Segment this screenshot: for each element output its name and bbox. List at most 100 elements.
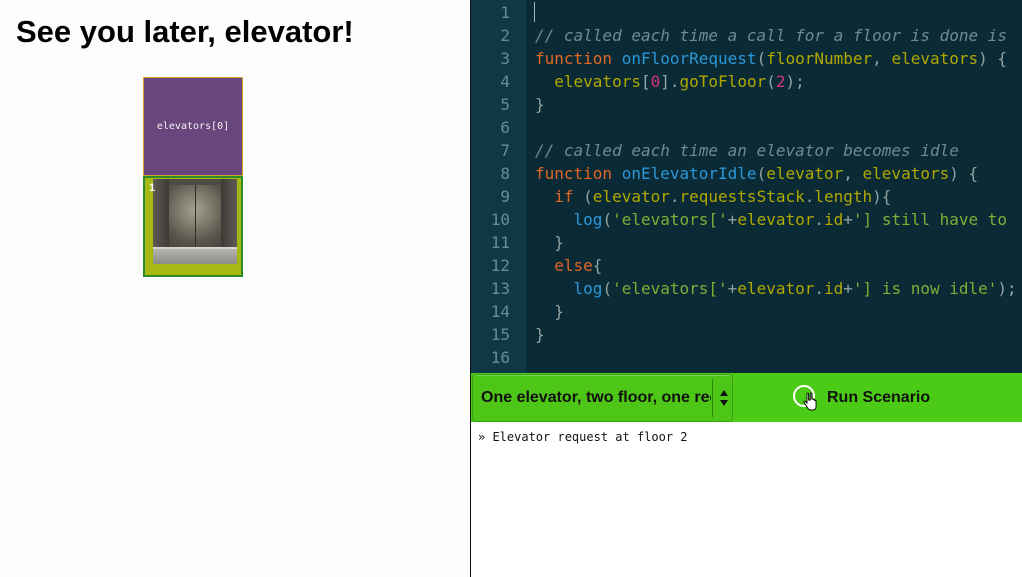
line-number: 11 <box>490 233 510 252</box>
floor-bottom: 1 <box>143 176 243 277</box>
console-output: » Elevator request at floor 2 <box>471 422 1022 577</box>
code-token: floorNumber <box>766 49 873 68</box>
code-line[interactable]: function onElevatorIdle(elevator, elevat… <box>535 162 978 185</box>
floor-top: elevators[0] <box>143 77 243 176</box>
page-title: See you later, elevator! <box>16 14 354 49</box>
code-editor[interactable]: 1 2 3 4 5 6 7 8 9 10 11 12 13 14 15 16 // called each t… <box>471 0 1022 373</box>
code-token: 2 <box>775 72 786 91</box>
elevator-floor-edge <box>153 247 237 249</box>
line-number: 4 <box>500 72 510 91</box>
code-token: if <box>554 187 574 206</box>
line-number: 15 <box>490 325 510 344</box>
code-line[interactable]: } <box>535 323 545 346</box>
console-line: » Elevator request at floor 2 <box>478 430 688 444</box>
line-number: 3 <box>500 49 510 68</box>
code-token: ); <box>997 279 1017 298</box>
code-token: ); <box>785 72 805 91</box>
line-number: 1 <box>500 3 510 22</box>
elevator-label: elevators[0] <box>156 121 230 132</box>
code-token: log <box>573 210 603 229</box>
code-token: function <box>535 164 613 183</box>
code-token: [ <box>640 72 651 91</box>
line-number: 16 <box>490 348 510 367</box>
code-token: ) { <box>949 164 979 183</box>
code-token: } <box>535 302 564 321</box>
line-number: 13 <box>490 279 510 298</box>
code-line[interactable]: } <box>535 300 564 323</box>
code-line[interactable]: else{ <box>535 254 602 277</box>
line-number-gutter: 1 2 3 4 5 6 7 8 9 10 11 12 13 14 15 16 <box>471 0 526 373</box>
code-line[interactable]: log('elevators['+elevator.id+'] is now i… <box>535 277 1017 300</box>
code-token: // called each time a call for a floor i… <box>535 26 1008 45</box>
text-cursor <box>534 2 535 22</box>
code-token: . <box>814 210 825 229</box>
code-line[interactable]: log('elevators['+elevator.id+'] still ha… <box>535 208 1008 231</box>
code-token: + <box>727 279 738 298</box>
line-number: 10 <box>490 210 510 229</box>
code-token: } <box>535 233 564 252</box>
code-token: ( <box>756 49 767 68</box>
simulation-pane: See you later, elevator! elevators[0] 1 <box>0 0 470 577</box>
code-line[interactable]: } <box>535 93 545 116</box>
code-token: elevator <box>737 210 815 229</box>
code-token: function <box>535 49 613 68</box>
code-token: 'elevators[' <box>612 210 728 229</box>
line-number: 8 <box>500 164 510 183</box>
code-token: + <box>843 279 853 298</box>
code-token: onFloorRequest <box>621 49 757 68</box>
code-token: ) { <box>978 49 1008 68</box>
code-line[interactable]: if (elevator.requestsStack.length){ <box>535 185 891 208</box>
code-token: . <box>814 279 825 298</box>
code-token: elevators <box>862 164 950 183</box>
code-token: '] is now idle' <box>852 279 998 298</box>
code-token: elevators <box>554 72 641 91</box>
code-line[interactable]: function onFloorRequest(floorNumber, ele… <box>535 47 1007 70</box>
code-token: ( <box>602 210 613 229</box>
controls-bar: One elevator, two floor, one request Run… <box>471 373 1022 422</box>
line-number: 2 <box>500 26 510 45</box>
code-token: 'elevators[' <box>612 279 728 298</box>
scenario-select[interactable]: One elevator, two floor, one request <box>472 374 733 422</box>
line-number: 9 <box>500 187 510 206</box>
building: elevators[0] 1 <box>143 77 243 277</box>
line-number: 7 <box>500 141 510 160</box>
code-token: + <box>727 210 738 229</box>
code-token: id <box>824 279 844 298</box>
code-line[interactable]: } <box>535 231 564 254</box>
code-token: ( <box>766 72 776 91</box>
elevator-floor <box>153 247 237 264</box>
code-token: } <box>535 95 545 114</box>
code-token: . <box>804 187 815 206</box>
code-token: elevator <box>737 279 815 298</box>
code-line[interactable]: elevators[0].goToFloor(2); <box>535 70 805 93</box>
line-number: 5 <box>500 95 510 114</box>
select-arrows-icon <box>719 390 729 408</box>
code-line[interactable]: // called each time an elevator becomes … <box>535 139 959 162</box>
floor-sill <box>145 265 241 275</box>
arrow-up-icon <box>720 390 728 396</box>
code-token: ( <box>602 279 613 298</box>
floor-number: 1 <box>149 182 156 194</box>
code-token: { <box>592 256 603 275</box>
code-token: id <box>824 210 844 229</box>
code-token: ( <box>573 187 593 206</box>
code-token: requestsStack <box>679 187 805 206</box>
hand-pointer-icon <box>803 392 817 411</box>
arrow-down-icon <box>720 400 728 406</box>
line-number: 12 <box>490 256 510 275</box>
elevator-car <box>153 179 237 264</box>
code-token: } <box>535 325 545 344</box>
code-token: else <box>554 256 593 275</box>
elevator-door-seam <box>195 185 196 247</box>
run-scenario-button[interactable]: Run Scenario <box>733 373 1022 422</box>
run-scenario-label: Run Scenario <box>827 389 931 406</box>
code-token: ( <box>756 164 767 183</box>
code-line[interactable]: // called each time a call for a floor i… <box>535 24 1007 47</box>
